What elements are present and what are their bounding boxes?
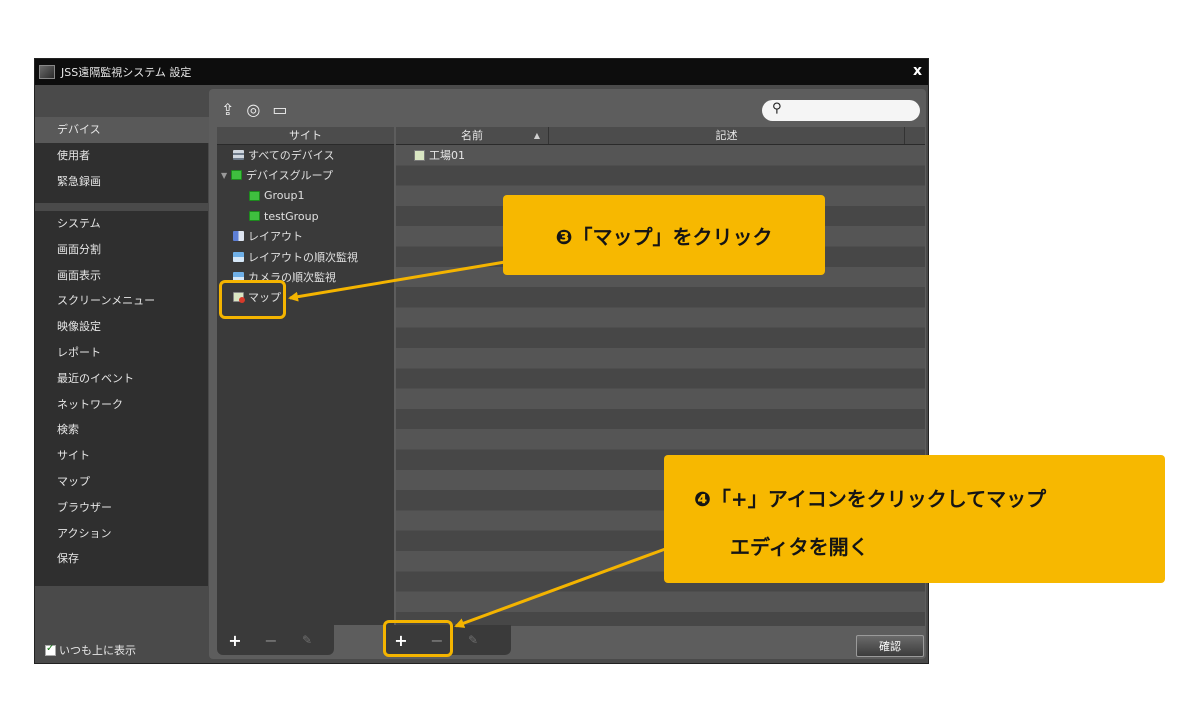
callout-step4-line1: ❹「+」アイコンをクリックしてマップ [694,487,1047,511]
tree-item-layout[interactable]: レイアウト [217,226,394,246]
site-tree-panel: サイト すべてのデバイス ▼ デバイスグループ Group1 testGroup… [217,127,394,625]
nav-item-screen-split[interactable]: 画面分割 [35,237,208,263]
nav-item-network[interactable]: ネットワーク [35,392,208,418]
callout-step4: ❹「+」アイコンをクリックしてマップ エディタを開く [664,455,1165,583]
search-icon: ⚲ [772,101,782,116]
list-item-name: 工場01 [429,149,465,162]
nav-item-save[interactable]: 保存 [35,546,208,572]
site-column-header: サイト [217,127,394,145]
sequence-icon [233,251,244,262]
nav-item-map[interactable]: マップ [35,469,208,495]
add-button-highlight [383,620,453,657]
description-column-header[interactable]: 記述 [549,127,905,144]
sort-ascending-icon: ▲ [533,131,540,140]
map-edit-button[interactable]: ✎ [455,633,491,647]
tree-item-group1[interactable]: Group1 [217,186,394,206]
site-add-button[interactable]: + [217,631,253,650]
nav-item-screen-display[interactable]: 画面表示 [35,263,208,289]
site-button-bar: + − ✎ [217,625,334,655]
group-icon [231,170,242,181]
always-on-top-checkbox[interactable] [45,643,56,656]
layout-icon [233,231,244,242]
app-icon [39,65,55,79]
name-column-label: 名前 [461,129,483,142]
confirm-button[interactable]: 確認 [856,635,924,657]
nav-item-video-settings[interactable]: 映像設定 [35,314,208,340]
callout-step3: ❸「マップ」をクリック [503,195,825,275]
site-edit-button[interactable]: ✎ [289,633,325,647]
nav-item-users[interactable]: 使用者 [35,143,208,169]
folder-icon[interactable]: ▭ [272,100,287,119]
nav-group-settings: システム 画面分割 画面表示 スクリーンメニュー 映像設定 レポート 最近のイベ… [35,211,208,586]
upload-icon[interactable]: ⇪ [221,100,234,119]
nav-item-devices[interactable]: デバイス [35,117,210,143]
nav-item-screen-menu[interactable]: スクリーンメニュー [35,288,208,314]
tree-label: レイアウトの順次監視 [248,250,358,264]
tree-item-device-group[interactable]: ▼ デバイスグループ [217,165,394,185]
toolbar: ⇪ ◎ ▭ [221,100,288,119]
always-on-top-toggle[interactable]: いつも上に表示 [45,642,136,658]
tree-label: レイアウト [248,230,303,244]
nav-item-browser[interactable]: ブラウザー [35,495,208,521]
nav-item-action[interactable]: アクション [35,521,208,547]
close-icon[interactable]: x [913,63,922,79]
expand-triangle-icon[interactable]: ▼ [221,171,231,180]
nav-item-search[interactable]: 検索 [35,417,208,443]
device-list-icon [233,150,244,161]
callout-step3-text: ❸「マップ」をクリック [555,224,773,249]
group-icon [249,211,260,222]
map-item-highlight [219,280,286,319]
name-column-header[interactable]: 名前 ▲ [396,127,549,144]
list-header: 名前 ▲ 記述 [396,127,925,145]
tree-item-layout-sequence[interactable]: レイアウトの順次監視 [217,246,394,266]
wireless-icon[interactable]: ◎ [246,100,260,119]
search-input[interactable]: ⚲ [762,100,920,121]
nav-item-site[interactable]: サイト [35,443,208,469]
tree-item-all-devices[interactable]: すべてのデバイス [217,145,394,165]
tree-item-testgroup[interactable]: testGroup [217,206,394,226]
always-on-top-label: いつも上に表示 [59,644,136,657]
callout-step4-line2: エディタを開く [730,535,869,559]
site-remove-button[interactable]: − [253,631,289,650]
nav-item-emergency-recording[interactable]: 緊急録画 [35,169,208,195]
window-title: JSS遠隔監視システム 設定 [61,66,192,79]
map-icon [414,149,425,161]
tree-label: testGroup [264,209,319,223]
tree-label: Group1 [264,189,305,203]
nav-item-system[interactable]: システム [35,211,208,237]
group-icon [249,190,260,201]
title-bar: JSS遠隔監視システム 設定 x [35,59,928,85]
list-item[interactable]: 工場01 [414,145,465,165]
tree-label: デバイスグループ [246,169,334,183]
tree-label: すべてのデバイス [248,149,335,163]
nav-item-recent-events[interactable]: 最近のイベント [35,366,208,392]
nav-item-report[interactable]: レポート [35,340,208,366]
nav-group-devices: デバイス 使用者 緊急録画 [35,117,210,203]
